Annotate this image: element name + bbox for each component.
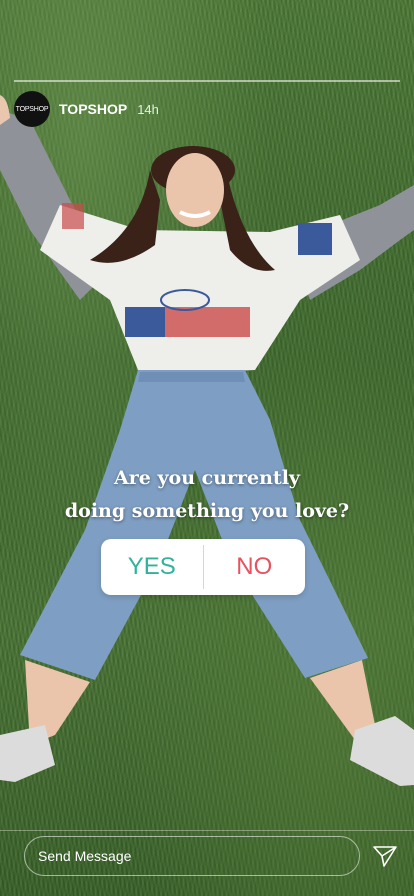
poll-question-line-1: Are you currently	[114, 467, 300, 489]
avatar-logo-text: TOPSHOP	[15, 105, 49, 113]
poll-question: Are you currently doing something you lo…	[0, 462, 414, 528]
poll-no-option[interactable]: NO	[204, 539, 306, 595]
send-message-placeholder: Send Message	[38, 848, 132, 864]
send-message-input[interactable]: Send Message	[24, 836, 360, 876]
story-header: TOPSHOP TOPSHOP 14h	[14, 90, 159, 128]
poll-question-line-2: doing something you love?	[64, 500, 350, 522]
story-timestamp: 14h	[137, 101, 159, 117]
poll-yes-option[interactable]: YES	[101, 539, 203, 595]
poll-sticker: YES NO	[101, 539, 305, 595]
story-progress-bar	[14, 80, 400, 82]
story-photo	[0, 0, 414, 896]
person-illustration	[0, 95, 414, 786]
avatar[interactable]: TOPSHOP	[14, 91, 50, 127]
account-name[interactable]: TOPSHOP	[59, 101, 127, 117]
footer-divider	[0, 830, 414, 831]
paper-plane-icon[interactable]	[372, 844, 398, 868]
